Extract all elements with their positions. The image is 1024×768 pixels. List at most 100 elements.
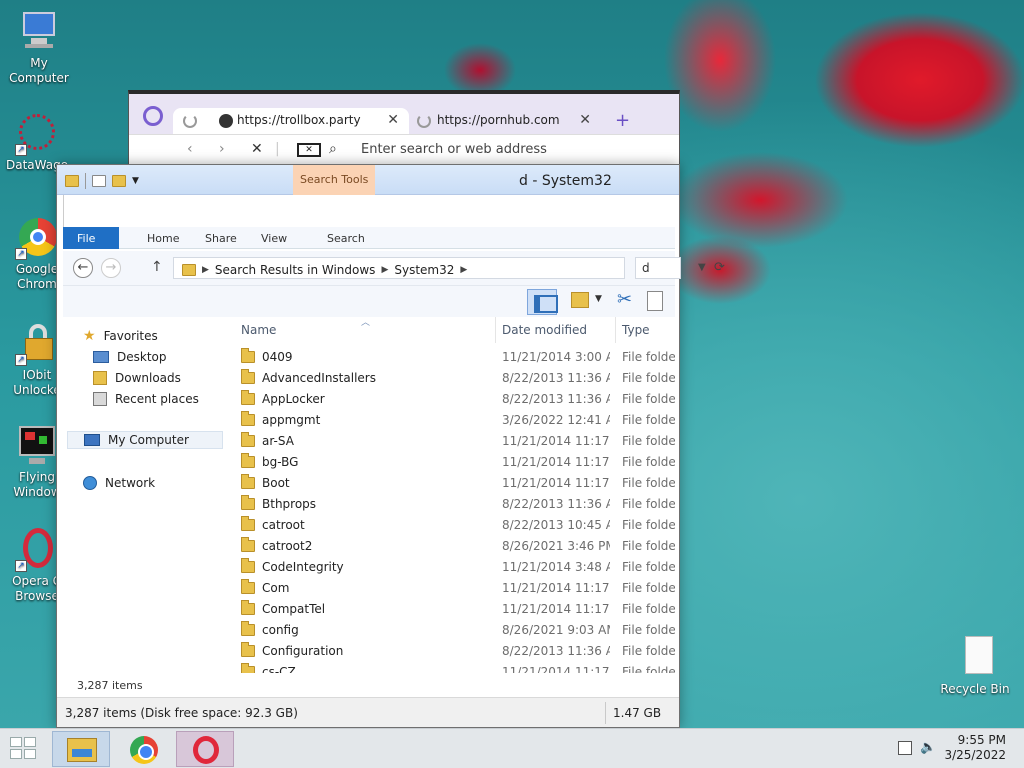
tab-share[interactable]: Share xyxy=(191,227,251,249)
chevron-down-icon[interactable]: ▼ xyxy=(698,262,706,273)
new-folder-icon[interactable] xyxy=(112,175,126,187)
file-date: 11/21/2014 11:17 ... xyxy=(502,455,610,469)
nav-my-computer[interactable]: My Computer xyxy=(67,431,223,449)
taskbar-file-explorer[interactable] xyxy=(52,731,110,767)
breadcrumb-separator-icon: ▶ xyxy=(202,264,209,275)
close-tab-icon[interactable]: ✕ xyxy=(579,112,591,128)
nav-downloads[interactable]: Downloads xyxy=(93,369,181,387)
desktop-icon-my-computer[interactable]: My Computer xyxy=(0,10,78,86)
copy-icon[interactable] xyxy=(647,291,663,311)
nav-desktop[interactable]: Desktop xyxy=(93,348,167,366)
table-row[interactable]: Boot 11/21/2014 11:17 ... File folder xyxy=(233,473,675,494)
desktop-icon-recycle-bin[interactable]: Recycle Bin xyxy=(936,636,1014,697)
table-row[interactable]: appmgmt 3/26/2022 12:41 AM File folder xyxy=(233,410,675,431)
browser-tab-trollbox[interactable]: https://trollbox.party ✕ xyxy=(173,108,409,136)
table-row[interactable]: CodeIntegrity 11/21/2014 3:48 AM File fold… xyxy=(233,557,675,578)
windows-logo-icon xyxy=(10,737,22,747)
table-row[interactable]: catroot2 8/26/2021 3:46 PM File folder xyxy=(233,536,675,557)
table-row[interactable]: CompatTel 11/21/2014 11:17 ... File folder xyxy=(233,599,675,620)
file-date: 11/21/2014 11:17 ... xyxy=(502,602,610,616)
back-icon[interactable]: ‹ xyxy=(187,141,193,157)
status-divider xyxy=(605,702,606,724)
explorer-window[interactable]: ▼ Search Tools d - System32 File Home Sh… xyxy=(56,164,725,728)
address-input[interactable]: Enter search or web address xyxy=(361,142,547,157)
properties-icon[interactable] xyxy=(92,175,106,187)
column-header-type[interactable]: Type xyxy=(622,323,650,337)
refresh-icon[interactable]: ⟳ xyxy=(714,260,725,275)
column-divider[interactable] xyxy=(615,317,616,343)
folder-icon xyxy=(241,579,255,594)
forward-button[interactable]: → xyxy=(101,258,121,278)
loading-spinner-icon xyxy=(417,114,431,128)
star-icon: ★ xyxy=(83,328,96,344)
column-header-name[interactable]: Name xyxy=(241,323,276,337)
volume-muted-icon[interactable]: 🔈 xyxy=(920,740,936,755)
file-name: Configuration xyxy=(262,644,344,658)
file-name: catroot2 xyxy=(262,539,313,553)
search-input[interactable]: d xyxy=(635,257,681,279)
taskbar-opera[interactable] xyxy=(176,731,234,767)
tab-view[interactable]: View xyxy=(247,227,301,249)
up-arrow-icon[interactable]: ↑ xyxy=(151,259,163,275)
back-button[interactable]: ← xyxy=(73,258,93,278)
new-tab-button[interactable]: + xyxy=(615,110,630,131)
tab-search[interactable]: Search xyxy=(313,227,379,249)
nav-label: Favorites xyxy=(103,329,158,343)
table-row[interactable]: AdvancedInstallers 8/22/2013 11:36 AM File… xyxy=(233,368,675,389)
breadcrumb-separator-icon: ▶ xyxy=(381,264,389,275)
network-tray-icon[interactable] xyxy=(898,741,912,755)
file-name: 0409 xyxy=(262,350,293,364)
keyboard-x-icon[interactable]: ✕ xyxy=(297,143,321,157)
table-row[interactable]: cs-CZ 11/21/2014 11:17 ... File folder xyxy=(233,662,675,673)
folder-icon[interactable] xyxy=(65,175,79,187)
forward-icon[interactable]: › xyxy=(219,141,225,157)
browser-tab-pornhub[interactable]: https://pornhub.com ✕ xyxy=(411,108,601,136)
close-tab-icon[interactable]: ✕ xyxy=(387,112,399,128)
folder-icon xyxy=(241,348,255,363)
clock-date: 3/25/2022 xyxy=(944,748,1006,762)
table-row[interactable]: AppLocker 8/22/2013 11:36 AM File folder xyxy=(233,389,675,410)
table-row[interactable]: Configuration 8/22/2013 11:36 AM File fold… xyxy=(233,641,675,662)
folder-icon xyxy=(241,474,255,489)
nav-network[interactable]: Network xyxy=(83,474,155,492)
contextual-tab-search-tools[interactable]: Search Tools xyxy=(293,165,376,195)
scissors-icon[interactable]: ✂ xyxy=(617,289,632,310)
search-icon: ⌕ xyxy=(329,141,337,157)
table-row[interactable]: bg-BG 11/21/2014 11:17 ... File folder xyxy=(233,452,675,473)
file-name: bg-BG xyxy=(262,455,299,469)
nav-favorites[interactable]: ★ Favorites xyxy=(83,327,158,345)
stop-icon[interactable]: ✕ xyxy=(251,141,263,157)
table-row[interactable]: Bthprops 8/22/2013 11:36 AM File folder xyxy=(233,494,675,515)
breadcrumb[interactable]: ▶ Search Results in Windows ▶ System32 ▶… xyxy=(173,257,725,279)
file-type: File folder xyxy=(622,560,675,574)
nav-recent-places[interactable]: Recent places xyxy=(93,390,199,408)
start-button[interactable] xyxy=(10,737,38,761)
taskbar-chrome[interactable] xyxy=(114,731,172,767)
preview-pane-icon[interactable] xyxy=(527,289,558,315)
taskbar-clock[interactable]: 9:55 PM 3/25/2022 xyxy=(944,733,1006,763)
table-row[interactable]: Com 11/21/2014 11:17 ... File folder xyxy=(233,578,675,599)
title-bar[interactable]: ▼ Search Tools d - System32 xyxy=(57,165,679,195)
table-row[interactable]: 0409 11/21/2014 3:00 AM File folder xyxy=(233,347,675,368)
file-type: File folder xyxy=(622,623,675,637)
breadcrumb-search-results[interactable]: Search Results in Windows xyxy=(215,263,376,277)
tab-home[interactable]: Home xyxy=(133,227,193,249)
tab-file[interactable]: File xyxy=(63,227,119,249)
file-type: File folder xyxy=(622,476,675,490)
folder-options-icon[interactable] xyxy=(571,292,589,308)
column-header-date[interactable]: Date modified xyxy=(502,323,587,337)
chevron-down-icon[interactable]: ▼ xyxy=(132,176,139,186)
folder-icon xyxy=(241,537,255,552)
table-row[interactable]: ar-SA 11/21/2014 11:17 ... File folder xyxy=(233,431,675,452)
desktop-icon-label: My Computer xyxy=(9,56,69,85)
file-type: File folder xyxy=(622,602,675,616)
tab-title: https://trollbox.party xyxy=(237,113,361,127)
browser-address-bar: ‹ › ✕ | ✕ ⌕ Enter search or web address xyxy=(129,134,679,164)
table-row[interactable]: catroot 8/22/2013 10:45 AM File folder xyxy=(233,515,675,536)
table-row[interactable]: config 8/26/2021 9:03 AM File folder xyxy=(233,620,675,641)
breadcrumb-system32[interactable]: System32 xyxy=(394,263,454,277)
chevron-down-icon[interactable]: ▼ xyxy=(595,294,602,304)
column-divider[interactable] xyxy=(495,317,496,343)
opera-logo-icon[interactable] xyxy=(143,106,163,126)
folder-icon xyxy=(241,558,255,573)
